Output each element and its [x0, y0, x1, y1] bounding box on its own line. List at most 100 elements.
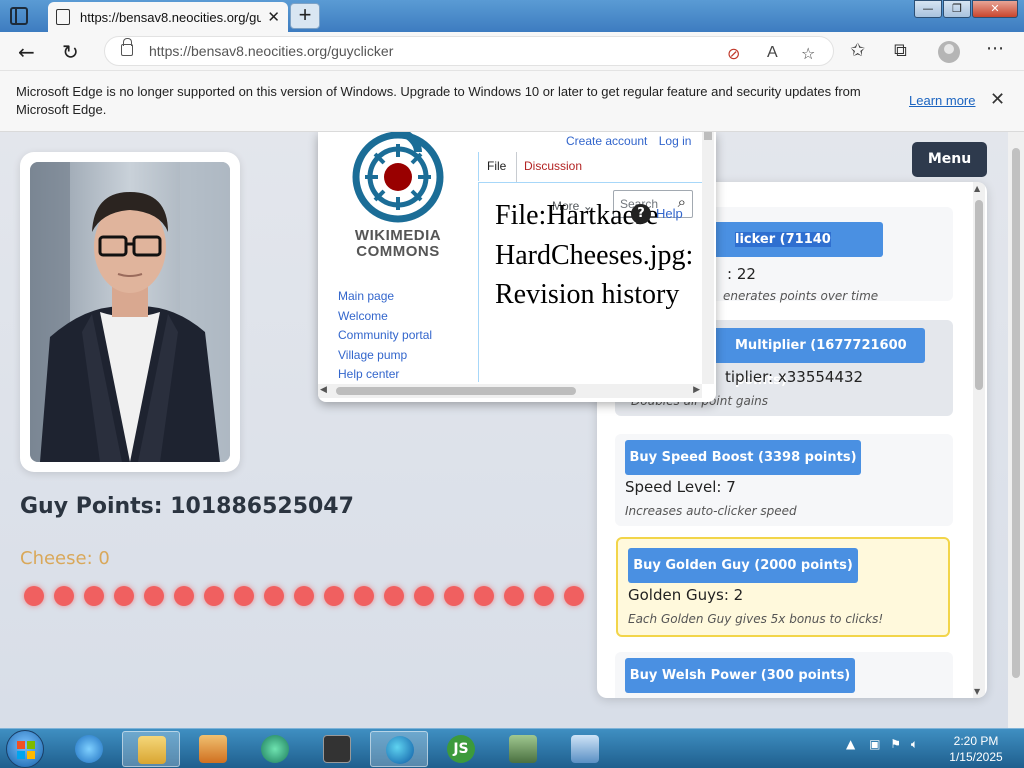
progress-dot [534, 586, 554, 606]
main-page-link[interactable]: Main page [338, 287, 432, 307]
guy-photo[interactable] [30, 162, 230, 462]
read-aloud-icon[interactable]: A [767, 44, 778, 62]
url-text: https://bensav8.neocities.org/guyclicker [149, 43, 394, 59]
progress-dots [24, 586, 594, 606]
welcome-link[interactable]: Welcome [338, 307, 432, 327]
action-center-flag-icon[interactable]: ⚑ [890, 737, 901, 751]
progress-dot [444, 586, 464, 606]
progress-dot [114, 586, 134, 606]
back-arrow-icon[interactable]: ← [18, 40, 35, 64]
buy-golden-guy-button[interactable]: Buy Golden Guy (2000 points) [628, 548, 858, 583]
progress-dot [414, 586, 434, 606]
auto-clickers-desc: enerates points over time [723, 289, 879, 303]
menu-button[interactable]: Menu [912, 142, 987, 177]
progress-dot [354, 586, 374, 606]
collections-icon[interactable]: ⧉ [894, 40, 907, 61]
guy-clicker-page: Guy Points: 101886525047 Cheese: 0 Menu … [0, 132, 1024, 728]
refresh-icon[interactable]: ↻ [62, 40, 79, 64]
buy-welsh-power-button[interactable]: Buy Welsh Power (300 points) [625, 658, 855, 693]
progress-dot [384, 586, 404, 606]
popup-vscroll-thumb[interactable] [704, 132, 712, 140]
help-link[interactable]: Help [656, 206, 683, 221]
auto-clickers-stat: : 22 [727, 265, 756, 283]
settings-more-icon[interactable]: ⋯ [986, 38, 1004, 59]
shop-item-welsh-power: Buy Welsh Power (300 points) [615, 652, 953, 698]
minimize-button[interactable]: — [914, 0, 942, 18]
scroll-down-icon[interactable]: ▼ [974, 687, 980, 696]
taskbar-edge[interactable] [370, 731, 428, 767]
taskbar-media-player[interactable] [184, 731, 242, 767]
profile-avatar[interactable] [938, 41, 960, 63]
maximize-button[interactable]: ❐ [943, 0, 971, 18]
tracking-blocked-icon[interactable]: ⊘ [727, 44, 740, 63]
infobar-close-icon[interactable]: ✕ [990, 89, 1005, 110]
scroll-left-icon[interactable]: ◀ [320, 385, 327, 395]
log-in-link[interactable]: Log in [659, 134, 692, 148]
window-close-button[interactable]: ✕ [972, 0, 1018, 18]
tray-expand-icon[interactable]: ▲ [846, 737, 855, 751]
progress-dot [294, 586, 314, 606]
tab-discussion[interactable]: Discussion [516, 152, 596, 182]
wikimedia-commons-logo-icon[interactable] [348, 132, 448, 232]
progress-dot [234, 586, 254, 606]
cheese-counter: Cheese: 0 [20, 548, 110, 569]
popup-horizontal-scrollbar[interactable]: ◀ ▶ [318, 384, 702, 398]
start-button[interactable] [6, 730, 44, 768]
popup-vertical-scrollbar[interactable] [702, 132, 714, 384]
taskbar-system-tool[interactable] [494, 731, 552, 767]
village-pump-link[interactable]: Village pump [338, 346, 432, 366]
shop-scrollbar[interactable]: ▲ ▼ [973, 182, 985, 698]
media-player-icon [199, 735, 227, 763]
url-field[interactable]: https://bensav8.neocities.org/guyclicker… [104, 36, 834, 66]
scroll-up-icon[interactable]: ▲ [974, 184, 980, 193]
taskbar-file-explorer[interactable] [122, 731, 180, 767]
favorites-icon[interactable]: ✩ [850, 40, 865, 61]
folder-icon [138, 736, 166, 764]
taskbar-js-app[interactable]: JS [432, 731, 490, 767]
learn-more-link[interactable]: Learn more [909, 93, 975, 108]
speed-boost-desc: Increases auto-clicker speed [625, 504, 797, 518]
address-bar-row: ← ↻ https://bensav8.neocities.org/guycli… [0, 32, 1024, 70]
tab-underline [478, 182, 708, 183]
new-tab-button[interactable]: + [290, 3, 320, 29]
progress-dot [264, 586, 284, 606]
progress-dot [474, 586, 494, 606]
browser-tab[interactable]: https://bensav8.neocities.org/gu ✕ [48, 2, 288, 32]
lock-icon[interactable] [121, 38, 133, 56]
page-scrollbar[interactable] [1008, 132, 1024, 728]
wikimedia-commons-popup: WIKIMEDIA COMMONS Create account Log in … [318, 132, 716, 402]
network-icon[interactable]: ▣ [869, 737, 880, 751]
guy-photo-card[interactable] [20, 152, 240, 472]
tab-close-icon[interactable]: ✕ [267, 8, 280, 26]
taskbar-remote-desktop[interactable] [556, 731, 614, 767]
taskbar-clock[interactable]: 2:20 PM 1/15/2025 [946, 733, 1006, 765]
progress-dot [24, 586, 44, 606]
infobar-message: Microsoft Edge is no longer supported on… [16, 84, 861, 117]
shop-item-speed-boost: Buy Speed Boost (3398 points) Speed Leve… [615, 434, 953, 526]
shop-item-golden-guy: Buy Golden Guy (2000 points) Golden Guys… [616, 537, 950, 637]
scroll-right-icon[interactable]: ▶ [693, 385, 700, 395]
create-account-link[interactable]: Create account [566, 134, 647, 148]
progress-dot [54, 586, 74, 606]
tab-actions-icon[interactable] [10, 7, 28, 25]
taskbar-winsetup[interactable] [308, 731, 366, 767]
windows-taskbar: JS ▲ ▣ ⚑ 🔈︎ 2:20 PM 1/15/2025 [0, 728, 1024, 768]
taskbar-internet-explorer[interactable] [60, 731, 118, 767]
community-portal-link[interactable]: Community portal [338, 326, 432, 346]
edge-icon [386, 736, 414, 764]
taskbar-app-green[interactable] [246, 731, 304, 767]
buy-auto-clicker-button[interactable]: licker (71140 points) [701, 222, 883, 257]
shop-scroll-thumb[interactable] [975, 200, 983, 390]
buy-multiplier-button[interactable]: Multiplier (1677721600 points) [693, 328, 925, 388]
tab-file[interactable]: File [478, 152, 516, 182]
page-scroll-thumb[interactable] [1012, 148, 1020, 678]
volume-icon[interactable]: 🔈︎ [911, 737, 918, 751]
help-icon[interactable]: ? [631, 204, 651, 224]
buy-speed-boost-button[interactable]: Buy Speed Boost (3398 points) [625, 440, 861, 475]
help-center-link[interactable]: Help center [338, 365, 432, 385]
speed-level-stat: Speed Level: 7 [625, 478, 736, 496]
windows-logo-icon [17, 741, 35, 759]
popup-hscroll-thumb[interactable] [336, 387, 576, 395]
add-favorite-icon[interactable]: ☆ [801, 44, 815, 63]
clock-date: 1/15/2025 [949, 750, 1003, 764]
